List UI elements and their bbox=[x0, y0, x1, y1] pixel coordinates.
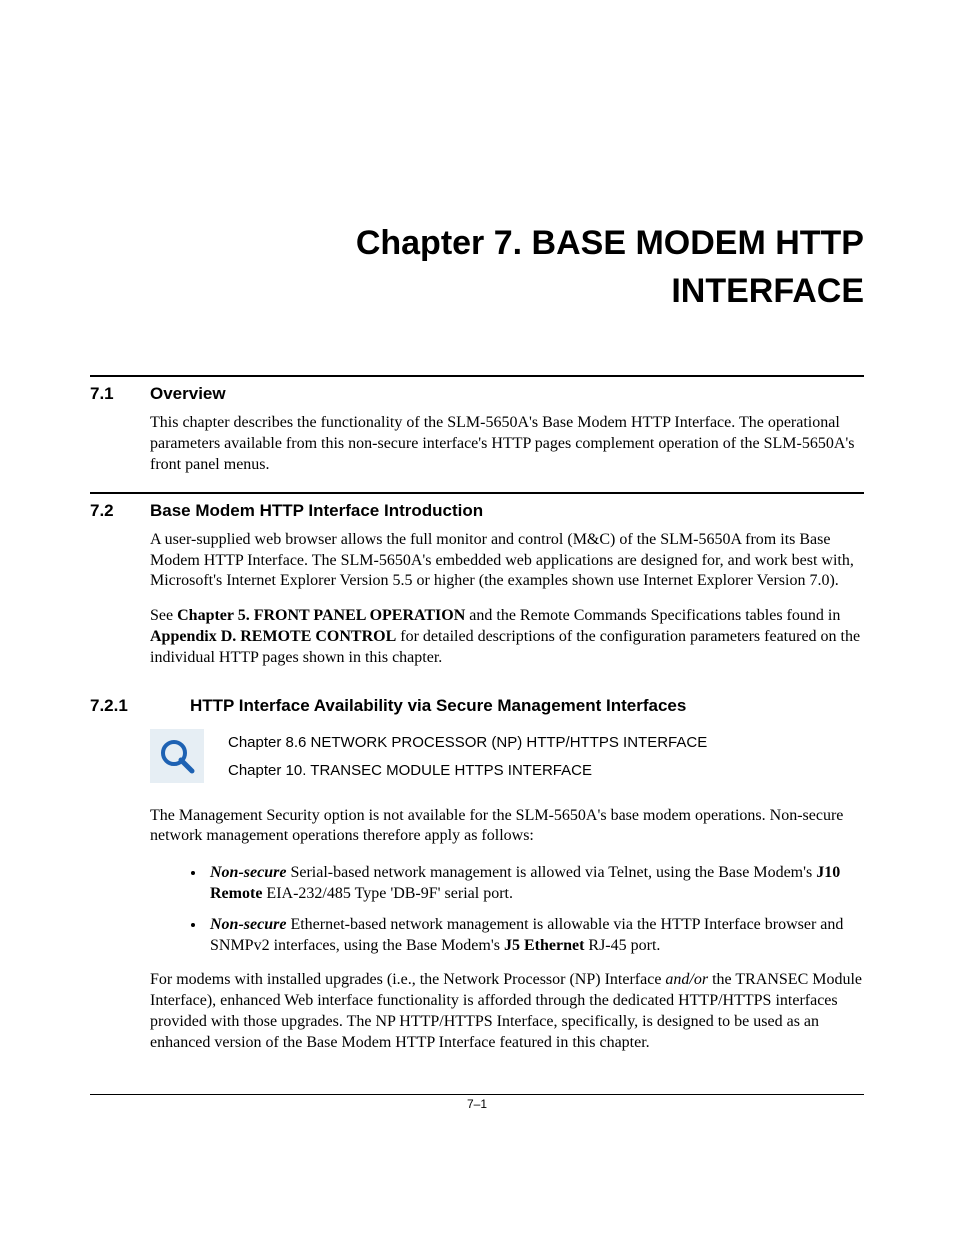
reference-lines: Chapter 8.6 NETWORK PROCESSOR (NP) HTTP/… bbox=[228, 729, 707, 786]
section-number: 7.1 bbox=[90, 383, 150, 405]
section-title: Overview bbox=[150, 383, 226, 405]
section-rule bbox=[90, 492, 864, 494]
section-7-2-body: A user-supplied web browser allows the f… bbox=[150, 530, 864, 669]
page-number: 7–1 bbox=[90, 1097, 864, 1113]
bold-text: Appendix D. REMOTE CONTROL bbox=[150, 628, 396, 645]
magnifier-icon bbox=[150, 729, 204, 783]
chapter-title-line1: Chapter 7. BASE MODEM HTTP bbox=[356, 224, 864, 262]
section-7-2-1-body-2: For modems with installed upgrades (i.e.… bbox=[150, 970, 864, 1053]
bullet-list: Non-secure Serial-based network manageme… bbox=[150, 863, 864, 956]
paragraph: For modems with installed upgrades (i.e.… bbox=[150, 970, 864, 1053]
section-7-1-heading: 7.1 Overview bbox=[90, 383, 864, 405]
chapter-title-line2: INTERFACE bbox=[671, 272, 864, 310]
chapter-title: Chapter 7. BASE MODEM HTTP INTERFACE bbox=[90, 220, 864, 315]
section-rule bbox=[90, 375, 864, 377]
list-item: Non-secure Ethernet-based network manage… bbox=[206, 915, 864, 957]
reference-note: Chapter 8.6 NETWORK PROCESSOR (NP) HTTP/… bbox=[150, 729, 864, 786]
footer-rule bbox=[90, 1094, 864, 1095]
bold-italic-text: Non-secure bbox=[210, 864, 286, 881]
bold-text: J5 Ethernet bbox=[504, 937, 584, 954]
list-item: Non-secure Serial-based network manageme… bbox=[206, 863, 864, 905]
section-number: 7.2 bbox=[90, 500, 150, 522]
section-7-1-body: This chapter describes the functionality… bbox=[150, 413, 864, 475]
paragraph: See Chapter 5. FRONT PANEL OPERATION and… bbox=[150, 606, 864, 668]
section-title: Base Modem HTTP Interface Introduction bbox=[150, 500, 483, 522]
section-7-2-heading: 7.2 Base Modem HTTP Interface Introducti… bbox=[90, 500, 864, 522]
bold-text: Chapter 5. FRONT PANEL OPERATION bbox=[177, 607, 465, 624]
paragraph: A user-supplied web browser allows the f… bbox=[150, 530, 864, 592]
section-7-2-1-heading: 7.2.1 HTTP Interface Availability via Se… bbox=[90, 695, 864, 717]
section-title: HTTP Interface Availability via Secure M… bbox=[190, 695, 686, 717]
reference-line: Chapter 10. TRANSEC MODULE HTTPS INTERFA… bbox=[228, 757, 707, 786]
section-number: 7.2.1 bbox=[90, 695, 190, 717]
italic-text: and/or bbox=[665, 971, 708, 988]
paragraph: The Management Security option is not av… bbox=[150, 806, 864, 848]
section-7-2-1-body: The Management Security option is not av… bbox=[150, 806, 864, 848]
bold-italic-text: Non-secure bbox=[210, 916, 286, 933]
reference-line: Chapter 8.6 NETWORK PROCESSOR (NP) HTTP/… bbox=[228, 729, 707, 758]
paragraph: This chapter describes the functionality… bbox=[150, 413, 864, 475]
